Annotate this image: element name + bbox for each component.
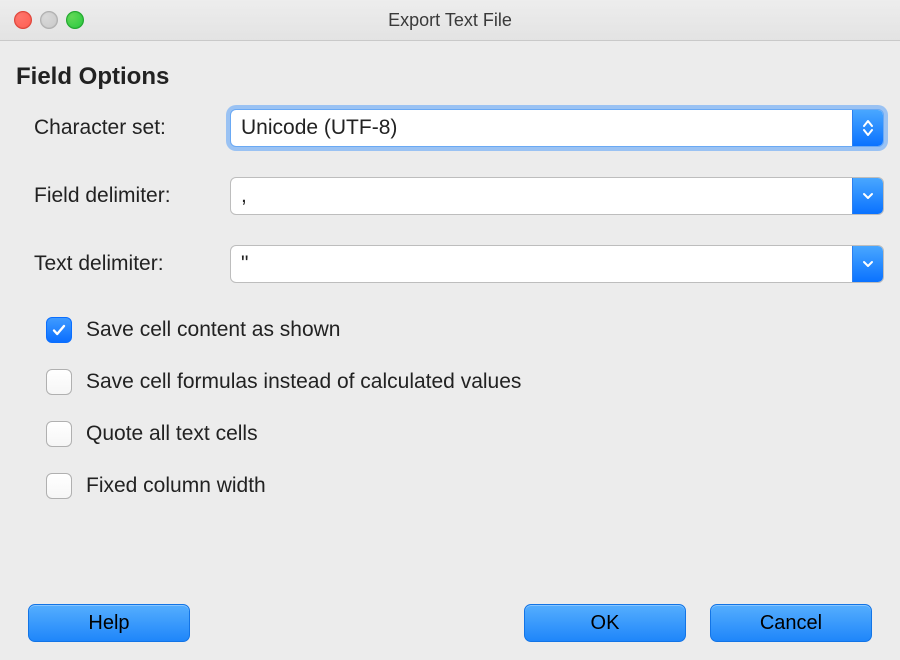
dialog-buttons: Help OK Cancel <box>0 604 900 642</box>
window-controls <box>14 11 84 29</box>
field-delimiter-value[interactable]: , <box>231 178 852 214</box>
cancel-button[interactable]: Cancel <box>710 604 872 642</box>
zoom-window-button[interactable] <box>66 11 84 29</box>
save-formulas-label: Save cell formulas instead of calculated… <box>86 370 521 394</box>
field-delimiter-label: Field delimiter: <box>34 184 230 208</box>
minimize-window-button <box>40 11 58 29</box>
save-as-shown-checkbox[interactable] <box>46 317 72 343</box>
quote-all-checkbox[interactable] <box>46 421 72 447</box>
fixed-width-checkbox[interactable] <box>46 473 72 499</box>
quote-all-row: Quote all text cells <box>46 421 884 447</box>
save-as-shown-label: Save cell content as shown <box>86 318 340 342</box>
quote-all-label: Quote all text cells <box>86 422 258 446</box>
text-delimiter-value[interactable]: " <box>231 246 852 282</box>
dialog-content: Field Options Character set: Unicode (UT… <box>0 41 900 499</box>
close-window-button[interactable] <box>14 11 32 29</box>
fixed-width-label: Fixed column width <box>86 474 266 498</box>
cancel-button-label: Cancel <box>760 612 822 635</box>
fixed-width-row: Fixed column width <box>46 473 884 499</box>
text-delimiter-label: Text delimiter: <box>34 252 230 276</box>
save-formulas-checkbox[interactable] <box>46 369 72 395</box>
character-set-value: Unicode (UTF-8) <box>231 110 852 146</box>
updown-arrows-icon <box>852 110 883 146</box>
field-delimiter-row: Field delimiter: , <box>16 177 884 215</box>
checkmark-icon <box>51 322 67 338</box>
save-as-shown-row: Save cell content as shown <box>46 317 884 343</box>
character-set-row: Character set: Unicode (UTF-8) <box>16 109 884 147</box>
character-set-select[interactable]: Unicode (UTF-8) <box>230 109 884 147</box>
field-delimiter-combobox[interactable]: , <box>230 177 884 215</box>
chevron-down-icon <box>852 246 883 282</box>
window-title: Export Text File <box>388 10 512 31</box>
help-button-label: Help <box>88 612 129 635</box>
save-formulas-row: Save cell formulas instead of calculated… <box>46 369 884 395</box>
title-bar: Export Text File <box>0 0 900 41</box>
help-button[interactable]: Help <box>28 604 190 642</box>
ok-button[interactable]: OK <box>524 604 686 642</box>
chevron-down-icon <box>852 178 883 214</box>
ok-button-label: OK <box>591 612 620 635</box>
text-delimiter-row: Text delimiter: " <box>16 245 884 283</box>
checkbox-group: Save cell content as shown Save cell for… <box>16 313 884 499</box>
text-delimiter-combobox[interactable]: " <box>230 245 884 283</box>
character-set-label: Character set: <box>34 116 230 140</box>
section-title: Field Options <box>16 63 884 91</box>
